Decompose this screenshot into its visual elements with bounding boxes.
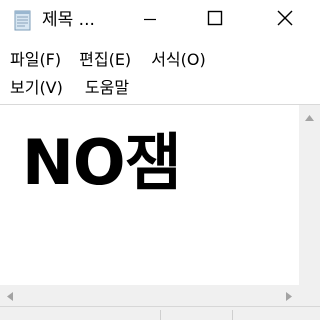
- minimize-button[interactable]: [125, 0, 175, 40]
- menu-row: 파일(F) 편집(E) 서식(O): [0, 46, 206, 74]
- chevron-up-icon: [305, 106, 314, 125]
- menu-edit[interactable]: 편집(E): [79, 48, 131, 72]
- status-separator: [232, 310, 233, 320]
- menu-view[interactable]: 보기(V): [10, 76, 63, 100]
- close-icon: [276, 9, 294, 31]
- chevron-right-icon: [286, 286, 292, 305]
- scroll-right-button[interactable]: [279, 285, 299, 306]
- title-bar[interactable]: 제목 ...: [0, 0, 320, 40]
- status-separator: [160, 310, 161, 320]
- scroll-left-button[interactable]: [0, 285, 20, 306]
- minimize-icon: [143, 11, 157, 30]
- menu-file[interactable]: 파일(F): [10, 48, 61, 72]
- scroll-up-button[interactable]: [299, 105, 320, 125]
- menu-bar: 파일(F) 편집(E) 서식(O) 보기(V) 도움말: [0, 44, 320, 104]
- maximize-button[interactable]: [190, 0, 240, 40]
- menu-help[interactable]: 도움말: [85, 76, 129, 100]
- maximize-icon: [207, 10, 223, 30]
- window-title: 제목 ...: [42, 10, 95, 30]
- menu-format[interactable]: 서식(O): [151, 48, 206, 72]
- horizontal-scrollbar[interactable]: [0, 285, 299, 306]
- menu-row: 보기(V) 도움말: [0, 74, 129, 102]
- notepad-window: 제목 ... 파일(F) 편집(E) 서식(O) 보기(V) 도움말 NO잼: [0, 0, 320, 320]
- text-editor[interactable]: NO잼: [0, 105, 299, 285]
- chevron-left-icon: [7, 286, 13, 305]
- vertical-scrollbar[interactable]: [299, 105, 320, 285]
- editor-content[interactable]: NO잼: [22, 123, 182, 203]
- scrollbar-corner: [299, 285, 320, 306]
- close-button[interactable]: [260, 0, 310, 40]
- status-bar: [0, 306, 320, 320]
- notepad-icon: [14, 9, 32, 31]
